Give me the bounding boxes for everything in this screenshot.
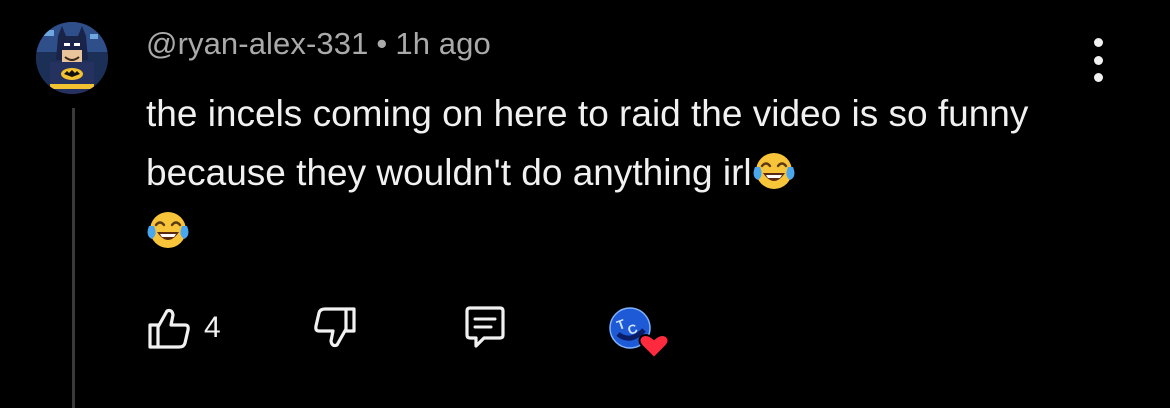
reply-comment-icon <box>465 306 505 348</box>
more-vert-dot <box>1093 55 1103 65</box>
creator-heart-icon: T C <box>609 307 670 360</box>
author-name[interactable]: @ryan-alex-331 <box>146 26 368 61</box>
more-vert-icon <box>1093 38 1103 47</box>
thumbs-down-icon <box>314 307 356 348</box>
more-vert-dot <box>1093 73 1103 82</box>
face-with-tears-of-joy-icon <box>753 153 795 189</box>
batman-avatar-icon <box>36 22 108 94</box>
avatar[interactable] <box>36 22 108 94</box>
meta-separator: • <box>376 26 388 61</box>
timestamp[interactable]: 1h ago <box>395 26 490 61</box>
comment-meta: @ryan-alex-331 • 1h ago <box>146 26 491 62</box>
dislike-button[interactable] <box>310 300 360 356</box>
creator-heart-badge[interactable]: T C <box>604 304 670 362</box>
like-button[interactable]: 4 <box>144 300 221 356</box>
comment-card: @ryan-alex-331 • 1h ago the incels coming … <box>0 0 1170 408</box>
comment-text: the incels coming on here to raid the vi… <box>146 93 1029 193</box>
like-count: 4 <box>204 311 221 344</box>
comment-body: the incels coming on here to raid the vi… <box>146 84 1086 261</box>
thread-line <box>72 108 75 408</box>
more-options-button[interactable] <box>1084 38 1112 82</box>
face-with-tears-of-joy-icon <box>147 212 189 248</box>
thumbs-up-icon <box>148 308 190 349</box>
reply-button[interactable] <box>458 300 512 356</box>
